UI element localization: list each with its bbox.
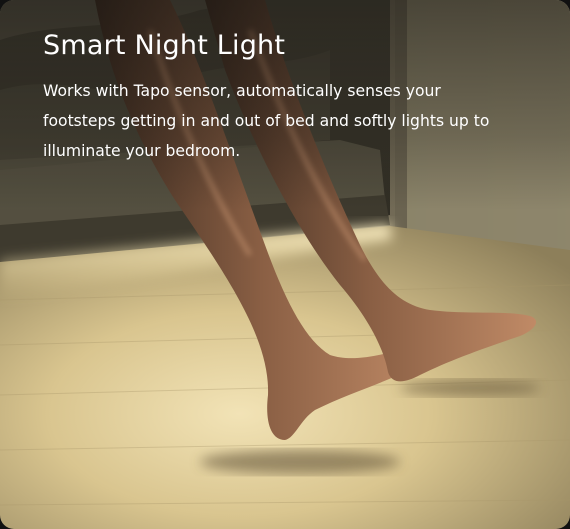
- feature-description: Works with Tapo sensor, automatically se…: [43, 82, 490, 160]
- feature-card: Smart Night Light Works with Tapo sensor…: [0, 0, 570, 529]
- feature-text: Smart Night Light Works with Tapo sensor…: [43, 28, 513, 166]
- feature-title: Smart Night Light: [43, 30, 286, 61]
